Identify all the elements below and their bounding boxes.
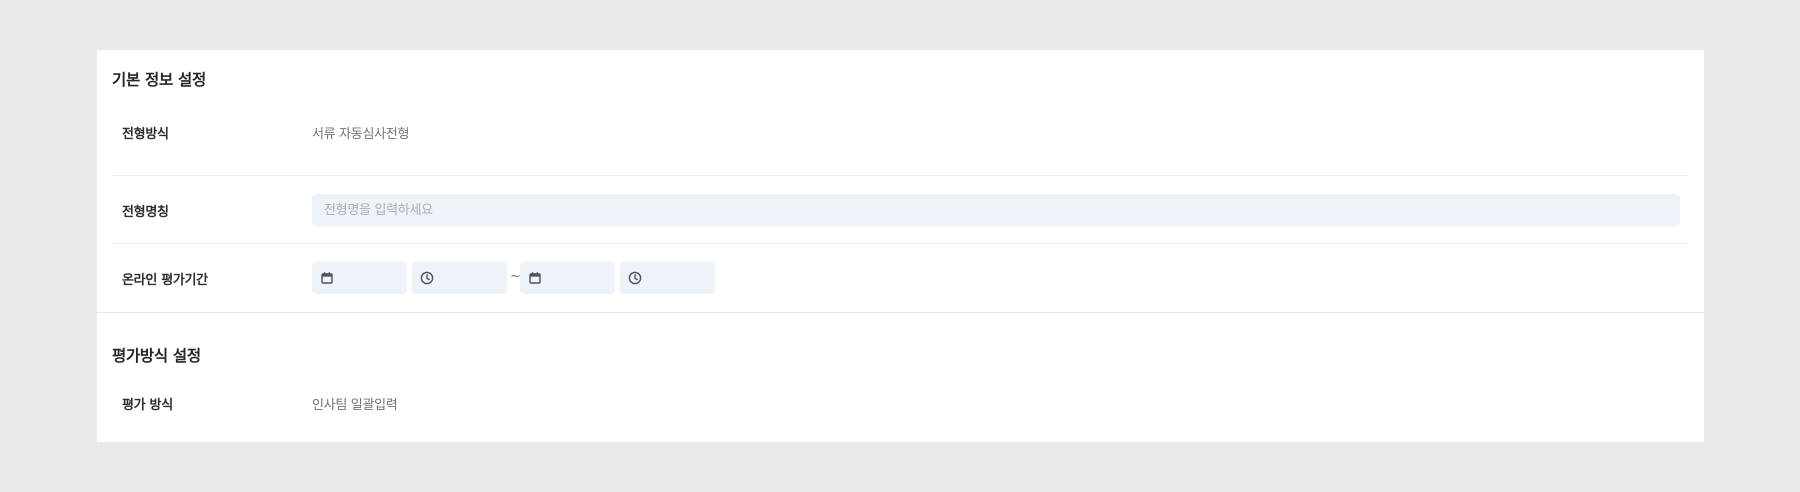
evaluation-section-title: 평가방식 설정	[112, 347, 201, 365]
screening-method-value: 서류 자동심사전형	[312, 127, 410, 142]
screening-name-row: 전형명칭	[112, 176, 1688, 244]
online-period-label: 온라인 평가기간	[122, 273, 208, 288]
end-date-picker[interactable]	[520, 262, 615, 294]
end-time-picker[interactable]	[620, 262, 715, 294]
screening-name-label: 전형명칭	[122, 205, 169, 220]
evaluation-method-row: 평가 방식 인사팀 일괄입력	[112, 384, 1688, 451]
clock-icon	[420, 271, 434, 285]
start-date-picker[interactable]	[312, 262, 407, 294]
screening-name-input[interactable]	[312, 194, 1680, 226]
evaluation-method-value: 인사팀 일괄입력	[312, 398, 398, 413]
section-divider	[97, 312, 1704, 313]
screening-method-row: 전형방식 서류 자동심사전형	[112, 108, 1688, 176]
calendar-icon	[529, 272, 541, 284]
evaluation-method-label: 평가 방식	[122, 398, 173, 413]
clock-icon	[628, 271, 642, 285]
online-period-row: 온라인 평가기간 ~	[112, 244, 1688, 311]
basic-info-section-title: 기본 정보 설정	[112, 71, 206, 89]
start-time-picker[interactable]	[412, 262, 507, 294]
settings-card: 기본 정보 설정 전형방식 서류 자동심사전형 전형명칭 온라인 평가기간 ~	[97, 50, 1704, 442]
calendar-icon	[321, 272, 333, 284]
screening-method-label: 전형방식	[122, 127, 169, 142]
